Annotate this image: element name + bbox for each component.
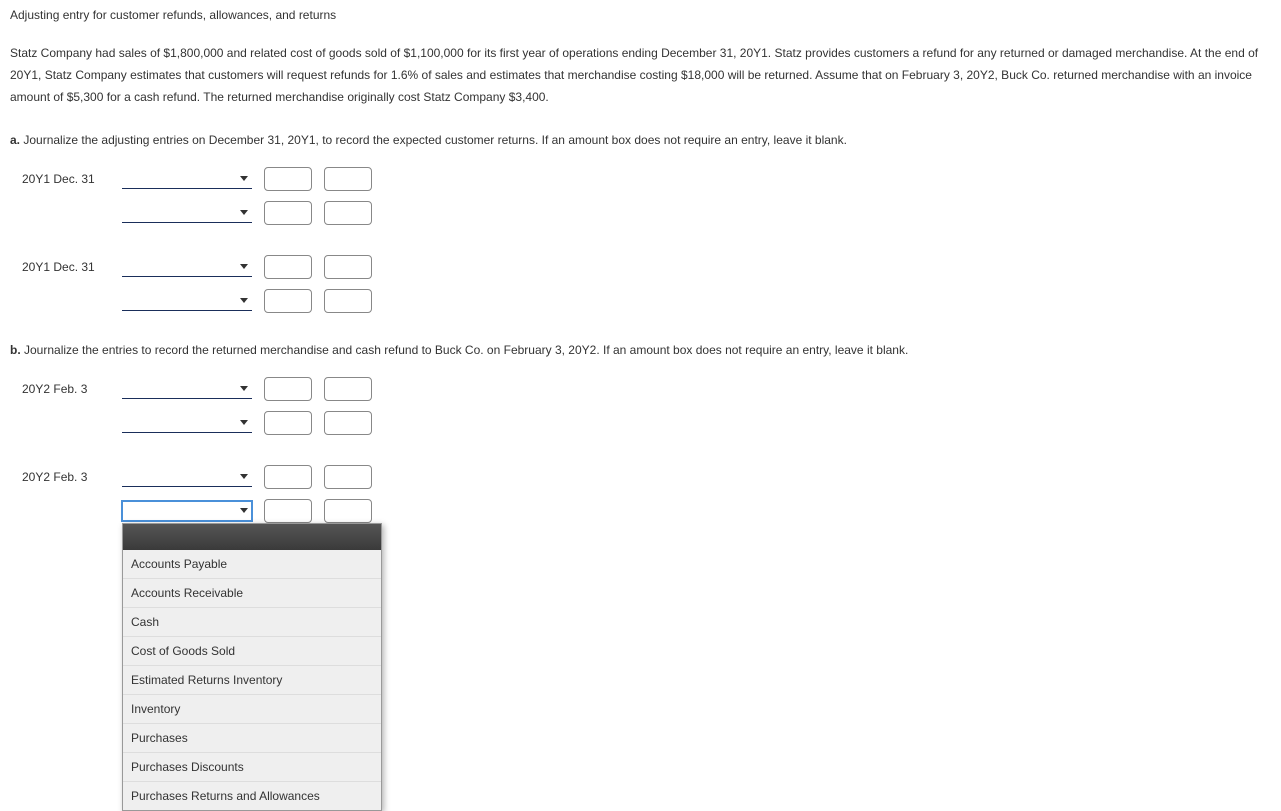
problem-text: Statz Company had sales of $1,800,000 an… [10, 42, 1271, 109]
debit-input[interactable] [264, 167, 312, 191]
credit-input[interactable] [324, 289, 372, 313]
credit-input[interactable] [324, 255, 372, 279]
page-title: Adjusting entry for customer refunds, al… [10, 6, 1271, 24]
account-select[interactable] [122, 169, 252, 189]
chevron-down-icon [240, 386, 248, 391]
entry-date: 20Y2 Feb. 3 [22, 468, 110, 486]
chevron-down-icon [240, 176, 248, 181]
journal-row: Accounts Payable Accounts Receivable Cas… [22, 497, 1271, 525]
chevron-down-icon [240, 508, 248, 513]
dropdown-option[interactable]: Accounts Payable [123, 550, 381, 579]
journal-row: 20Y2 Feb. 3 [22, 375, 1271, 403]
account-select[interactable] [122, 467, 252, 487]
chevron-down-icon [240, 264, 248, 269]
debit-input[interactable] [264, 255, 312, 279]
credit-input[interactable] [324, 411, 372, 435]
chevron-down-icon [240, 420, 248, 425]
dropdown-option[interactable]: Cost of Goods Sold [123, 637, 381, 666]
debit-input[interactable] [264, 201, 312, 225]
dropdown-option[interactable]: Purchases Returns and Allowances [123, 782, 381, 810]
part-a-entry-2: 20Y1 Dec. 31 [22, 253, 1271, 315]
dropdown-option[interactable]: Estimated Returns Inventory [123, 666, 381, 695]
credit-input[interactable] [324, 377, 372, 401]
account-select[interactable] [122, 413, 252, 433]
part-a-text: Journalize the adjusting entries on Dece… [20, 133, 847, 147]
journal-row: 20Y1 Dec. 31 [22, 165, 1271, 193]
dropdown-option[interactable]: Purchases [123, 724, 381, 753]
chevron-down-icon [240, 474, 248, 479]
entry-date: 20Y2 Feb. 3 [22, 380, 110, 398]
credit-input[interactable] [324, 465, 372, 489]
part-a-letter: a. [10, 133, 20, 147]
part-a-entry-1: 20Y1 Dec. 31 [22, 165, 1271, 227]
debit-input[interactable] [264, 499, 312, 523]
journal-row [22, 409, 1271, 437]
journal-row: 20Y1 Dec. 31 [22, 253, 1271, 281]
entry-date: 20Y1 Dec. 31 [22, 258, 110, 276]
part-b-label: b. Journalize the entries to record the … [10, 341, 1271, 359]
journal-row [22, 199, 1271, 227]
dropdown-option[interactable]: Accounts Receivable [123, 579, 381, 608]
credit-input[interactable] [324, 167, 372, 191]
chevron-down-icon [240, 298, 248, 303]
debit-input[interactable] [264, 377, 312, 401]
part-b-text: Journalize the entries to record the ret… [21, 343, 909, 357]
dropdown-option[interactable]: Inventory [123, 695, 381, 724]
part-a-label: a. Journalize the adjusting entries on D… [10, 131, 1271, 149]
part-b-letter: b. [10, 343, 21, 357]
part-b-entry-2: 20Y2 Feb. 3 Accounts Payable Accounts Re… [22, 463, 1271, 525]
credit-input[interactable] [324, 499, 372, 523]
credit-input[interactable] [324, 201, 372, 225]
entry-date: 20Y1 Dec. 31 [22, 170, 110, 188]
part-b-entry-1: 20Y2 Feb. 3 [22, 375, 1271, 437]
account-select[interactable] [122, 291, 252, 311]
debit-input[interactable] [264, 289, 312, 313]
account-dropdown-popup: Accounts Payable Accounts Receivable Cas… [122, 523, 382, 811]
account-select-open[interactable] [122, 501, 252, 521]
debit-input[interactable] [264, 465, 312, 489]
debit-input[interactable] [264, 411, 312, 435]
account-select[interactable] [122, 257, 252, 277]
dropdown-option[interactable]: Cash [123, 608, 381, 637]
journal-row: 20Y2 Feb. 3 [22, 463, 1271, 491]
dropdown-option[interactable]: Purchases Discounts [123, 753, 381, 782]
chevron-down-icon [240, 210, 248, 215]
dropdown-header [123, 524, 381, 550]
account-select[interactable] [122, 379, 252, 399]
account-select[interactable] [122, 203, 252, 223]
journal-row [22, 287, 1271, 315]
